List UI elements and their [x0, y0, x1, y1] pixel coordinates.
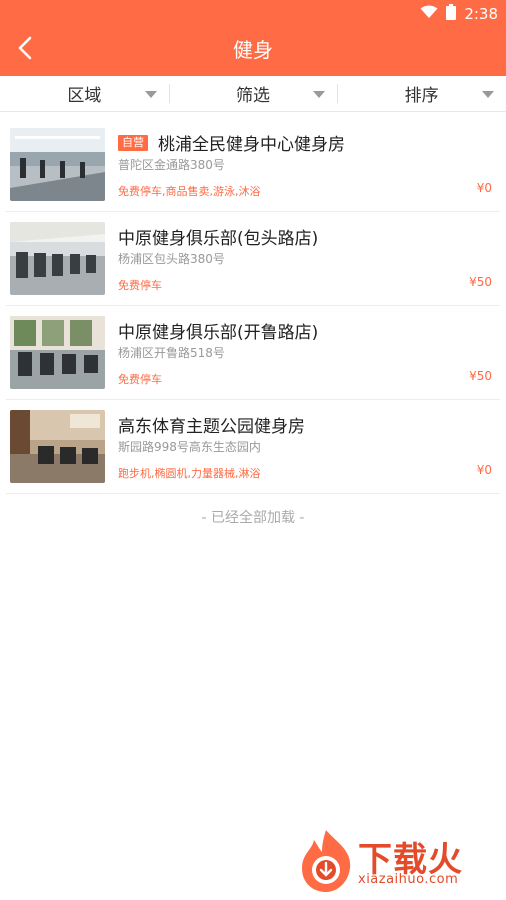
battery-icon	[446, 4, 457, 24]
venue-price: ¥50	[469, 275, 492, 289]
venue-title-row: 中原健身俱乐部(开鲁路店)	[118, 318, 492, 343]
status-time: 2:38	[464, 5, 498, 23]
venue-address: 斯园路998号高东生态园内	[118, 440, 261, 454]
venue-title: 中原健身俱乐部(开鲁路店)	[118, 323, 319, 343]
venue-address: 杨浦区包头路380号	[118, 252, 225, 266]
venue-item[interactable]: 中原健身俱乐部(开鲁路店) 杨浦区开鲁路518号 免费停车 ¥50	[6, 306, 500, 400]
wifi-icon	[420, 5, 438, 23]
filter-screen-label: 筛选	[236, 86, 270, 106]
venue-tags: 免费停车	[118, 373, 162, 386]
venue-title: 桃浦全民健身中心健身房	[158, 135, 345, 155]
caret-down-icon	[482, 91, 495, 98]
filter-screen[interactable]: 筛选	[168, 76, 338, 111]
filter-sort[interactable]: 排序	[337, 76, 506, 111]
venue-item[interactable]: 自营 桃浦全民健身中心健身房 普陀区金通路380号 免费停车,商品售卖,游泳,沐…	[6, 118, 500, 212]
venue-item[interactable]: 中原健身俱乐部(包头路店) 杨浦区包头路380号 免费停车 ¥50	[6, 212, 500, 306]
all-loaded-text: - 已经全部加载 -	[201, 510, 305, 526]
venue-thumbnail	[10, 316, 105, 389]
venue-title-row: 中原健身俱乐部(包头路店)	[118, 224, 492, 249]
venue-address: 普陀区金通路380号	[118, 158, 225, 172]
filter-bar: 区域 筛选 排序	[0, 76, 506, 112]
venue-item[interactable]: 高东体育主题公园健身房 斯园路998号高东生态园内 跑步机,椭圆机,力量器械,淋…	[6, 400, 500, 494]
venue-thumbnail	[10, 222, 105, 295]
caret-down-icon	[144, 91, 157, 98]
venue-list: 自营 桃浦全民健身中心健身房 普陀区金通路380号 免费停车,商品售卖,游泳,沐…	[0, 118, 506, 494]
watermark-url: xiazaihuo.com	[358, 872, 459, 887]
venue-tags: 跑步机,椭圆机,力量器械,淋浴	[118, 467, 261, 480]
self-operated-badge: 自营	[118, 134, 148, 151]
venue-thumbnail	[10, 128, 105, 201]
venue-price: ¥0	[476, 463, 492, 477]
filter-area[interactable]: 区域	[0, 76, 169, 111]
venue-thumbnail	[10, 410, 105, 483]
filter-area-label: 区域	[67, 86, 102, 106]
status-bar: 2:38	[420, 4, 498, 24]
venue-title: 中原健身俱乐部(包头路店)	[118, 229, 319, 249]
site-watermark-logo: 下载火 xiazaihuo.com	[296, 828, 500, 894]
app-header: 2:38 健身	[0, 0, 506, 76]
venue-address: 杨浦区开鲁路518号	[118, 346, 225, 360]
filter-sort-label: 排序	[404, 86, 439, 106]
venue-title-row: 自营 桃浦全民健身中心健身房	[118, 130, 492, 155]
venue-tags: 免费停车,商品售卖,游泳,沐浴	[118, 185, 261, 198]
venue-price: ¥50	[469, 369, 492, 383]
caret-down-icon	[313, 91, 326, 98]
venue-title-row: 高东体育主题公园健身房	[118, 412, 492, 437]
venue-tags: 免费停车	[118, 279, 162, 292]
venue-price: ¥0	[476, 181, 492, 195]
page-title: 健身	[233, 38, 273, 62]
venue-title: 高东体育主题公园健身房	[118, 417, 305, 437]
